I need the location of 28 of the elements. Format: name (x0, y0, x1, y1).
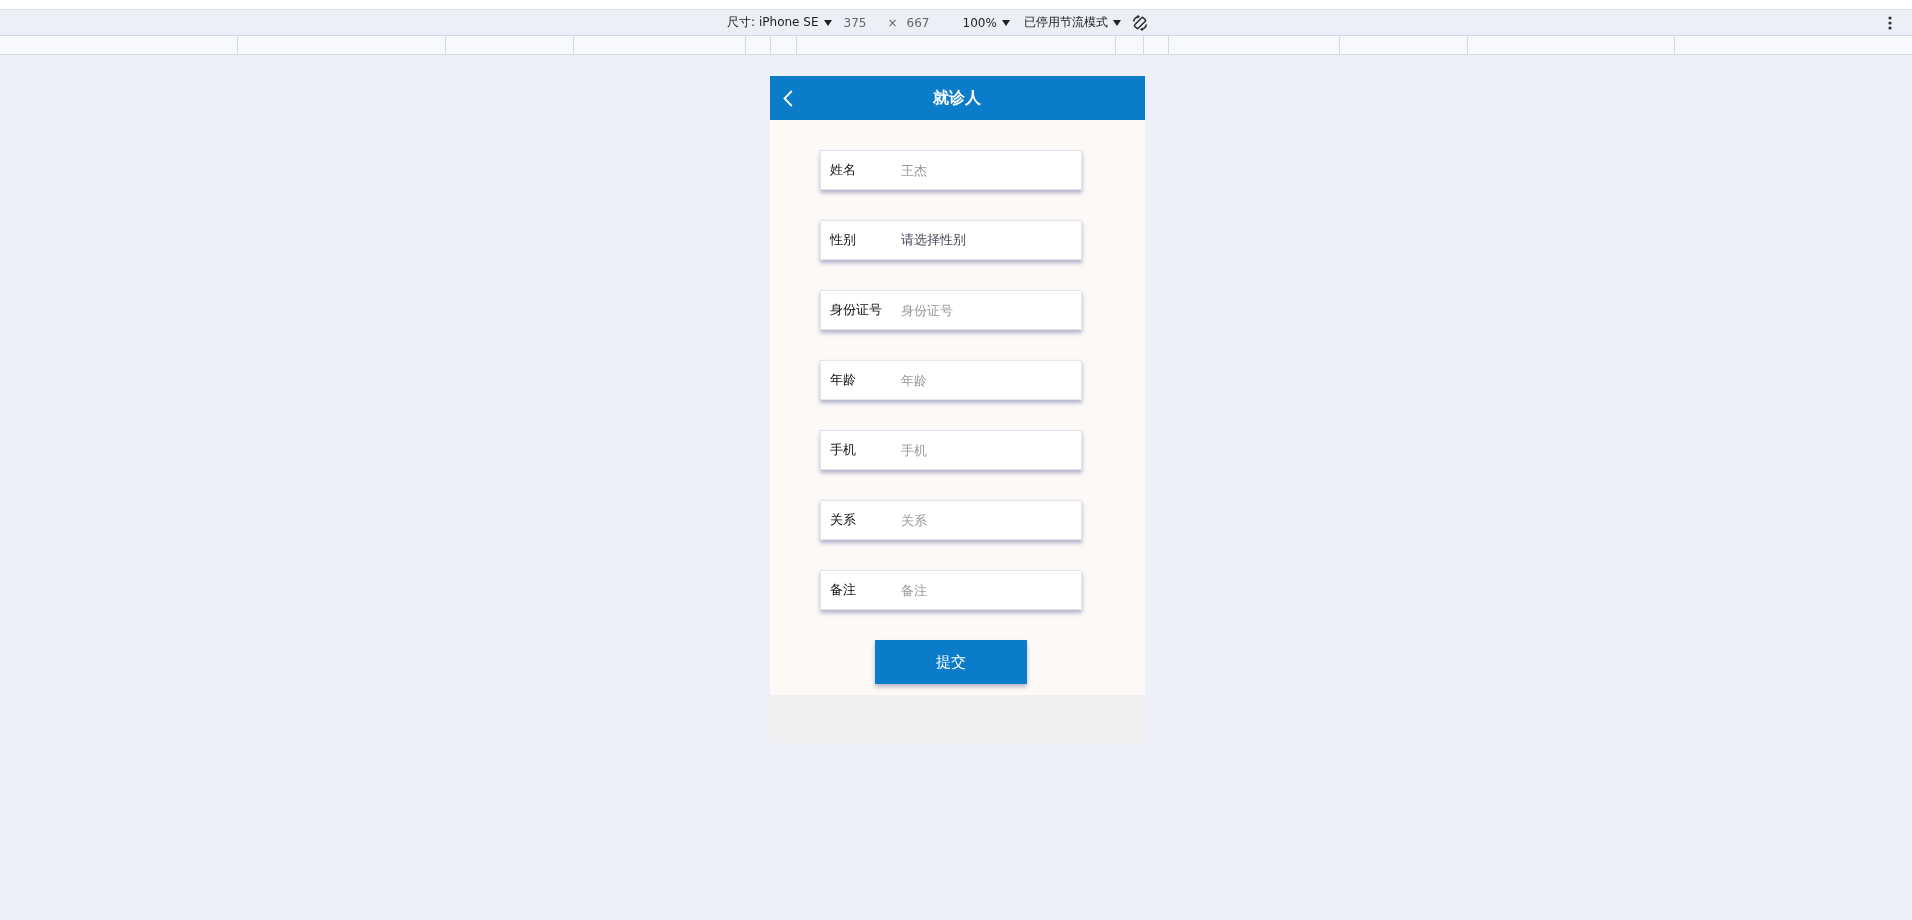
page-title: 就诊人 (933, 87, 981, 109)
width-input[interactable]: 375 (843, 15, 872, 30)
submit-button[interactable]: 提交 (874, 640, 1027, 684)
text-input[interactable]: 关系 (900, 512, 1073, 528)
field-label: 手机 (829, 441, 857, 459)
back-icon[interactable] (782, 89, 793, 107)
throttling-dropdown[interactable]: 已停用节流模式 (1023, 14, 1121, 31)
multiply-sign: × (887, 15, 898, 30)
rotate-icon[interactable] (1130, 13, 1149, 32)
height-input[interactable]: 667 (906, 15, 935, 30)
caret-icon (1001, 19, 1010, 26)
select-field[interactable]: 请选择性别 (900, 231, 1073, 249)
text-input[interactable]: 备注 (900, 582, 1073, 598)
device-dropdown[interactable]: 尺寸: iPhone SE (727, 14, 832, 31)
more-options-icon[interactable] (1888, 15, 1892, 30)
field-label: 备注 (829, 581, 857, 599)
field-label: 年龄 (829, 371, 857, 389)
text-input[interactable]: 手机 (900, 442, 1073, 458)
field-label: 身份证号 (829, 301, 883, 319)
caret-icon (823, 19, 832, 26)
caret-icon (1112, 19, 1121, 26)
text-input[interactable]: 王杰 (900, 162, 1073, 178)
text-input[interactable]: 年龄 (900, 372, 1073, 388)
text-input[interactable]: 身份证号 (900, 302, 1073, 318)
field-label: 性别 (829, 231, 857, 249)
field-label: 姓名 (829, 161, 857, 179)
zoom-dropdown[interactable]: 100% (962, 15, 1010, 30)
field-label: 关系 (829, 511, 857, 529)
